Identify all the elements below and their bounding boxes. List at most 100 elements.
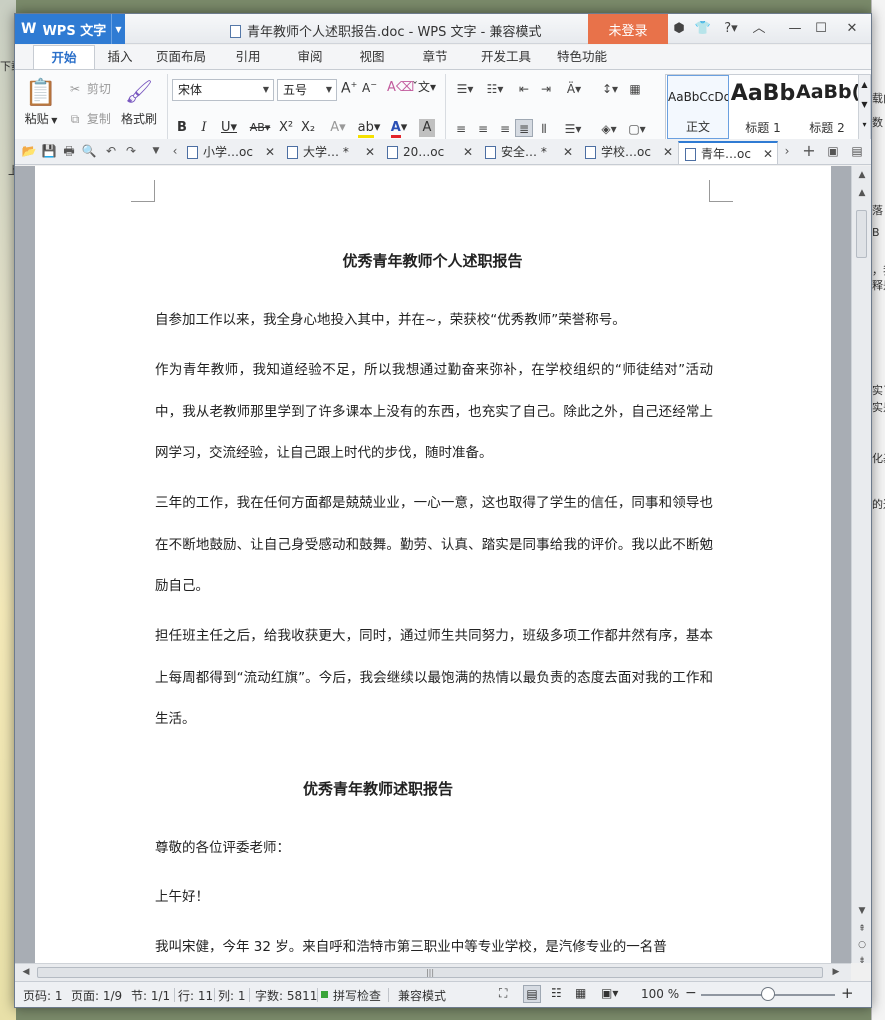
- page-view-icon[interactable]: ▤: [523, 985, 541, 1003]
- new-tab-icon[interactable]: +: [801, 143, 817, 159]
- zoom-in-icon[interactable]: +: [841, 984, 854, 1002]
- horizontal-scrollbar[interactable]: ◀ ||| ▶: [15, 963, 851, 981]
- numbering-icon[interactable]: ☷▾: [481, 80, 509, 98]
- open-folder-icon[interactable]: 📂: [21, 143, 37, 159]
- scroll-down-icon[interactable]: ▼: [855, 904, 869, 918]
- tabs-scroll-right-icon[interactable]: ›: [779, 143, 795, 159]
- italic-icon[interactable]: I: [197, 119, 211, 137]
- doc-tab[interactable]: 大学… * ✕: [281, 141, 379, 164]
- tab-insert[interactable]: 插入: [95, 45, 145, 69]
- tab-chapter[interactable]: 章节: [412, 45, 458, 69]
- next-page-icon[interactable]: ⇟: [855, 954, 869, 968]
- style-gallery-scroll[interactable]: ▲ ▼ ▾: [858, 75, 870, 139]
- table-border-icon[interactable]: ▦: [627, 80, 643, 98]
- decrease-indent-icon[interactable]: ⇤: [515, 80, 533, 98]
- print-icon[interactable]: 🖶: [61, 143, 77, 159]
- minimize-icon[interactable]: —: [786, 20, 804, 38]
- vertical-scrollbar[interactable]: ▲ ▲ ▼ ⇞ ○ ⇟: [851, 166, 871, 966]
- status-zoom-level[interactable]: 100 %: [641, 987, 679, 1001]
- pinyin-guide-icon[interactable]: ˇ文▾: [412, 78, 436, 95]
- shrink-font-icon[interactable]: A−: [362, 80, 377, 95]
- style-heading-2[interactable]: AaBb( 标题 2: [796, 75, 858, 139]
- line-spacing-icon[interactable]: ☰▾: [561, 120, 585, 138]
- scroll-up-icon[interactable]: ▲: [855, 186, 869, 200]
- close-icon[interactable]: ✕: [463, 141, 473, 163]
- close-icon[interactable]: ✕: [563, 141, 573, 163]
- close-icon[interactable]: ✕: [663, 141, 673, 163]
- close-icon[interactable]: ✕: [763, 143, 773, 165]
- tab-features[interactable]: 特色功能: [549, 45, 615, 69]
- cut-button[interactable]: ✂ 剪切: [67, 80, 111, 97]
- select-browse-icon[interactable]: ○: [855, 938, 869, 952]
- clear-format-icon[interactable]: A⌫: [387, 80, 414, 95]
- style-heading-1[interactable]: AaBb 标题 1: [730, 75, 796, 139]
- zoom-slider[interactable]: [701, 987, 835, 1001]
- subscript-icon[interactable]: X₂: [299, 119, 317, 137]
- copy-button[interactable]: ⧉ 复制: [67, 110, 111, 127]
- collapse-ribbon-icon[interactable]: ︿: [750, 20, 768, 38]
- shading-icon[interactable]: ◈▾: [597, 120, 621, 138]
- tab-list-icon[interactable]: ▣: [825, 143, 841, 159]
- print-preview-icon[interactable]: 🔍: [81, 143, 97, 159]
- doc-tab[interactable]: 小学…oc ✕: [181, 141, 279, 164]
- font-name-select[interactable]: 宋体 ▼: [172, 79, 274, 101]
- prev-page-icon[interactable]: ⇞: [855, 922, 869, 936]
- doc-tab-active[interactable]: 青年…oc ✕: [678, 141, 778, 164]
- align-left-icon[interactable]: ≡: [453, 120, 469, 138]
- close-icon[interactable]: ✕: [843, 20, 861, 38]
- zoom-out-icon[interactable]: −: [685, 985, 697, 1001]
- help-icon[interactable]: ?▾: [718, 20, 744, 38]
- tab-menu-icon[interactable]: ▤: [849, 143, 865, 159]
- sort-icon[interactable]: ↕▾: [599, 80, 621, 98]
- scroll-top-icon[interactable]: ▲: [855, 168, 869, 182]
- tab-developer[interactable]: 开发工具: [473, 45, 539, 69]
- style-normal[interactable]: AaBbCcDd 正文: [667, 75, 729, 139]
- format-painter-button[interactable]: 🖌 格式刷: [117, 76, 161, 127]
- scroll-left-icon[interactable]: ◀: [19, 965, 33, 979]
- maximize-icon[interactable]: ☐: [812, 20, 830, 38]
- align-center-icon[interactable]: ≡: [475, 120, 491, 138]
- font-size-select[interactable]: 五号 ▼: [277, 79, 337, 101]
- full-screen-view-icon[interactable]: ⛶: [499, 986, 507, 1001]
- justify-icon[interactable]: ≣: [515, 119, 533, 137]
- underline-icon[interactable]: U▾: [217, 119, 241, 137]
- tab-view[interactable]: 视图: [349, 45, 395, 69]
- status-spell-check[interactable]: 拼写检查: [333, 987, 381, 1004]
- tab-references[interactable]: 引用: [225, 45, 271, 69]
- doc-tab[interactable]: 学校…oc ✕: [579, 141, 677, 164]
- char-shading-icon[interactable]: A: [419, 119, 435, 137]
- save-icon[interactable]: 💾: [41, 143, 57, 159]
- reading-mode-icon[interactable]: ▣▾: [601, 986, 618, 1000]
- text-effect-icon[interactable]: A▾: [327, 119, 349, 137]
- distributed-icon[interactable]: ⦀: [535, 120, 553, 138]
- app-menu-button[interactable]: W WPS 文字 ▼: [15, 14, 125, 44]
- close-icon[interactable]: ✕: [265, 141, 275, 163]
- outline-view-icon[interactable]: ☷: [551, 986, 562, 1000]
- superscript-icon[interactable]: X²: [277, 119, 295, 137]
- chinese-layout-icon[interactable]: Ä▾: [561, 80, 587, 98]
- zoom-slider-knob[interactable]: [761, 987, 775, 1001]
- web-view-icon[interactable]: ▦: [575, 986, 586, 1000]
- align-right-icon[interactable]: ≡: [497, 120, 513, 138]
- increase-indent-icon[interactable]: ⇥: [537, 80, 555, 98]
- font-color-icon[interactable]: A▾: [387, 119, 411, 138]
- vertical-scroll-thumb[interactable]: [856, 210, 867, 258]
- document-page[interactable]: 优秀青年教师个人述职报告 自参加工作以来，我全身心地投入其中，并在~，荣获校“优…: [35, 166, 831, 963]
- paste-button[interactable]: 📋 粘贴 ▼: [21, 76, 61, 127]
- chevron-down-icon[interactable]: ▼: [111, 14, 125, 44]
- redo-icon[interactable]: ↷: [123, 143, 139, 159]
- horizontal-scroll-thumb[interactable]: |||: [37, 967, 823, 978]
- strikethrough-icon[interactable]: AB▾: [247, 119, 273, 137]
- borders-icon[interactable]: ▢▾: [625, 120, 649, 138]
- skin-shirt-icon[interactable]: 👕: [694, 20, 712, 38]
- undo-icon[interactable]: ↶: [103, 143, 119, 159]
- login-button[interactable]: 未登录: [588, 14, 668, 44]
- feedback-icon[interactable]: ⬢: [670, 20, 688, 38]
- tab-home[interactable]: 开始: [33, 45, 95, 69]
- bullets-icon[interactable]: ☰▾: [451, 80, 479, 98]
- bold-icon[interactable]: B: [175, 119, 189, 137]
- scroll-right-icon[interactable]: ▶: [829, 965, 843, 979]
- grow-font-icon[interactable]: A+: [341, 80, 357, 97]
- doc-tab[interactable]: 安全… * ✕: [479, 141, 577, 164]
- document-area[interactable]: 优秀青年教师个人述职报告 自参加工作以来，我全身心地投入其中，并在~，荣获校“优…: [15, 166, 851, 963]
